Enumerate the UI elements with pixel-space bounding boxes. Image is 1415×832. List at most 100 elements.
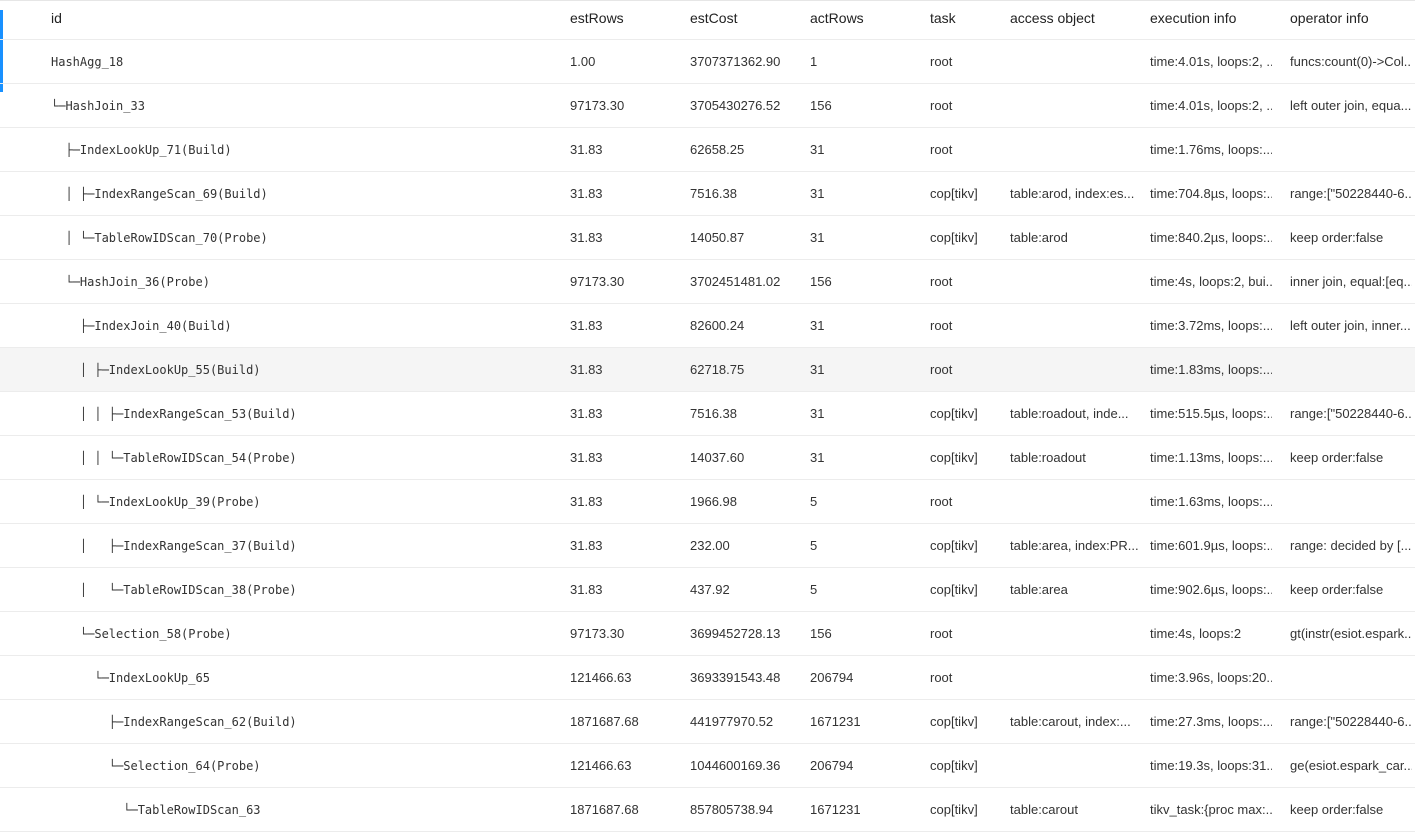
row-task: root bbox=[930, 54, 953, 69]
row-estrows: 31.83 bbox=[570, 494, 603, 509]
row-operator-info: keep order:false bbox=[1290, 582, 1384, 597]
row-operator-info: keep order:false bbox=[1290, 450, 1384, 465]
row-estrows: 31.83 bbox=[570, 142, 603, 157]
row-estcost: 7516.38 bbox=[690, 406, 737, 421]
row-access-object bbox=[1010, 348, 1138, 391]
row-actrows: 156 bbox=[810, 626, 832, 641]
row-execution-info: time:1.13ms, loops:... bbox=[1150, 450, 1272, 465]
row-estrows: 121466.63 bbox=[570, 670, 632, 685]
table-row[interactable]: │ └─IndexLookUp_39(Probe) 31.83 1966.98 5 ro… bbox=[0, 480, 1415, 524]
execution-plan-table: id estRows estCost actRows task access o… bbox=[0, 0, 1415, 832]
row-estcost: 7516.38 bbox=[690, 186, 737, 201]
row-execution-info: time:1.83ms, loops:... bbox=[1150, 362, 1272, 377]
row-task: root bbox=[930, 494, 953, 509]
row-access-object: table:roadout, inde... bbox=[1010, 406, 1129, 421]
row-access-object bbox=[1010, 260, 1138, 303]
row-execution-info: time:1.63ms, loops:... bbox=[1150, 494, 1272, 509]
row-estcost: 3693391543.48 bbox=[690, 670, 781, 685]
row-task: root bbox=[930, 142, 953, 157]
row-access-object: table:arod bbox=[1010, 230, 1068, 245]
row-execution-info: time:601.9µs, loops:... bbox=[1150, 538, 1272, 553]
table-row[interactable]: ├─IndexLookUp_71(Build) 31.83 62658.25 31 ro… bbox=[0, 128, 1415, 172]
row-id: │ │ ├─IndexRangeScan_53(Build) bbox=[51, 406, 297, 421]
table-row[interactable]: └─HashJoin_36(Probe) 97173.30 3702451481.0… bbox=[0, 260, 1415, 304]
row-estcost: 62658.25 bbox=[690, 142, 745, 157]
table-row[interactable]: HashAgg_18 1.00 3707371362.90 1 root time:4.0… bbox=[0, 40, 1415, 84]
row-execution-info: time:840.2µs, loops:... bbox=[1150, 230, 1272, 245]
row-execution-info: time:4.01s, loops:2, ... bbox=[1150, 98, 1272, 113]
table-row[interactable]: ├─IndexRangeScan_62(Build) 1871687.68 4419… bbox=[0, 700, 1415, 744]
table-row[interactable]: │ └─TableRowIDScan_38(Probe) 31.83 437.92 5… bbox=[0, 568, 1415, 612]
row-task: cop[tikv] bbox=[930, 714, 978, 729]
row-id: HashAgg_18 bbox=[51, 54, 124, 69]
table-row[interactable]: └─TableRowIDScan_63 1871687.68 857805738.9… bbox=[0, 788, 1415, 832]
row-access-object bbox=[1010, 84, 1138, 127]
row-access-object bbox=[1010, 304, 1138, 347]
row-estcost: 14037.60 bbox=[690, 450, 745, 465]
table-row[interactable]: │ │ ├─IndexRangeScan_53(Build) 31.83 7516.… bbox=[0, 392, 1415, 436]
table-row[interactable]: ├─IndexJoin_40(Build) 31.83 82600.24 31 root… bbox=[0, 304, 1415, 348]
row-estrows: 31.83 bbox=[570, 318, 603, 333]
row-operator-info: range: decided by [... bbox=[1290, 538, 1412, 553]
row-operator-info: left outer join, inner... bbox=[1290, 318, 1411, 333]
row-estrows: 31.83 bbox=[570, 230, 603, 245]
row-estrows: 97173.30 bbox=[570, 274, 625, 289]
row-estrows: 31.83 bbox=[570, 362, 603, 377]
row-access-object bbox=[1010, 40, 1138, 83]
row-operator-info: left outer join, equa... bbox=[1290, 98, 1412, 113]
row-actrows: 31 bbox=[810, 230, 825, 245]
table-row[interactable]: │ ├─IndexRangeScan_69(Build) 31.83 7516.38… bbox=[0, 172, 1415, 216]
row-estcost: 3702451481.02 bbox=[690, 274, 781, 289]
row-execution-info: time:515.5µs, loops:... bbox=[1150, 406, 1272, 421]
table-row[interactable]: └─IndexLookUp_65 121466.63 3693391543.48 20… bbox=[0, 656, 1415, 700]
row-id: │ └─TableRowIDScan_70(Probe) bbox=[51, 230, 268, 245]
row-execution-info: time:19.3s, loops:31... bbox=[1150, 758, 1272, 773]
row-access-object: table:area, index:PR... bbox=[1010, 538, 1138, 553]
row-execution-info: time:902.6µs, loops:... bbox=[1150, 582, 1272, 597]
row-operator-info bbox=[1290, 128, 1412, 171]
row-estcost: 3707371362.90 bbox=[690, 54, 781, 69]
row-actrows: 5 bbox=[810, 494, 818, 509]
row-id: │ └─IndexLookUp_39(Probe) bbox=[51, 494, 261, 509]
row-actrows: 5 bbox=[810, 582, 818, 597]
table-row[interactable]: └─Selection_58(Probe) 97173.30 3699452728.… bbox=[0, 612, 1415, 656]
row-task: root bbox=[930, 670, 953, 685]
row-estcost: 14050.87 bbox=[690, 230, 745, 245]
row-estcost: 1966.98 bbox=[690, 494, 737, 509]
row-id: │ ├─IndexRangeScan_69(Build) bbox=[51, 186, 268, 201]
row-operator-info bbox=[1290, 656, 1412, 699]
row-operator-info: inner join, equal:[eq... bbox=[1290, 274, 1412, 289]
row-estcost: 3699452728.13 bbox=[690, 626, 781, 641]
table-row[interactable]: └─HashJoin_33 97173.30 3705430276.52 156 roo… bbox=[0, 84, 1415, 128]
row-task: cop[tikv] bbox=[930, 186, 978, 201]
row-estcost: 3705430276.52 bbox=[690, 98, 781, 113]
row-operator-info: funcs:count(0)->Col... bbox=[1290, 54, 1412, 69]
row-actrows: 1671231 bbox=[810, 714, 861, 729]
row-actrows: 31 bbox=[810, 362, 825, 377]
row-execution-info: time:4s, loops:2, bui... bbox=[1150, 274, 1272, 289]
row-task: root bbox=[930, 362, 953, 377]
table-row[interactable]: │ ├─IndexLookUp_55(Build) 31.83 62718.75 31… bbox=[0, 348, 1415, 392]
table-row[interactable]: │ └─TableRowIDScan_70(Probe) 31.83 14050.8… bbox=[0, 216, 1415, 260]
row-actrows: 31 bbox=[810, 186, 825, 201]
row-id: └─Selection_58(Probe) bbox=[51, 626, 232, 641]
row-task: cop[tikv] bbox=[930, 538, 978, 553]
table-row[interactable]: │ ├─IndexRangeScan_37(Build) 31.83 232.00 5… bbox=[0, 524, 1415, 568]
row-execution-info: time:3.72ms, loops:... bbox=[1150, 318, 1272, 333]
row-operator-info: range:["50228440-6... bbox=[1290, 186, 1412, 201]
table-row[interactable]: │ │ └─TableRowIDScan_54(Probe) 31.83 14037… bbox=[0, 436, 1415, 480]
row-id: ├─IndexRangeScan_62(Build) bbox=[51, 714, 297, 729]
row-actrows: 31 bbox=[810, 406, 825, 421]
row-estcost: 82600.24 bbox=[690, 318, 745, 333]
row-access-object bbox=[1010, 744, 1138, 787]
row-id: └─HashJoin_36(Probe) bbox=[51, 274, 210, 289]
row-estrows: 31.83 bbox=[570, 186, 603, 201]
row-task: root bbox=[930, 274, 953, 289]
row-estrows: 31.83 bbox=[570, 450, 603, 465]
row-estrows: 121466.63 bbox=[570, 758, 632, 773]
row-task: cop[tikv] bbox=[930, 758, 978, 773]
row-id: │ │ └─TableRowIDScan_54(Probe) bbox=[51, 450, 297, 465]
table-row[interactable]: └─Selection_64(Probe) 121466.63 1044600169… bbox=[0, 744, 1415, 788]
row-task: root bbox=[930, 318, 953, 333]
row-actrows: 1 bbox=[810, 54, 818, 69]
